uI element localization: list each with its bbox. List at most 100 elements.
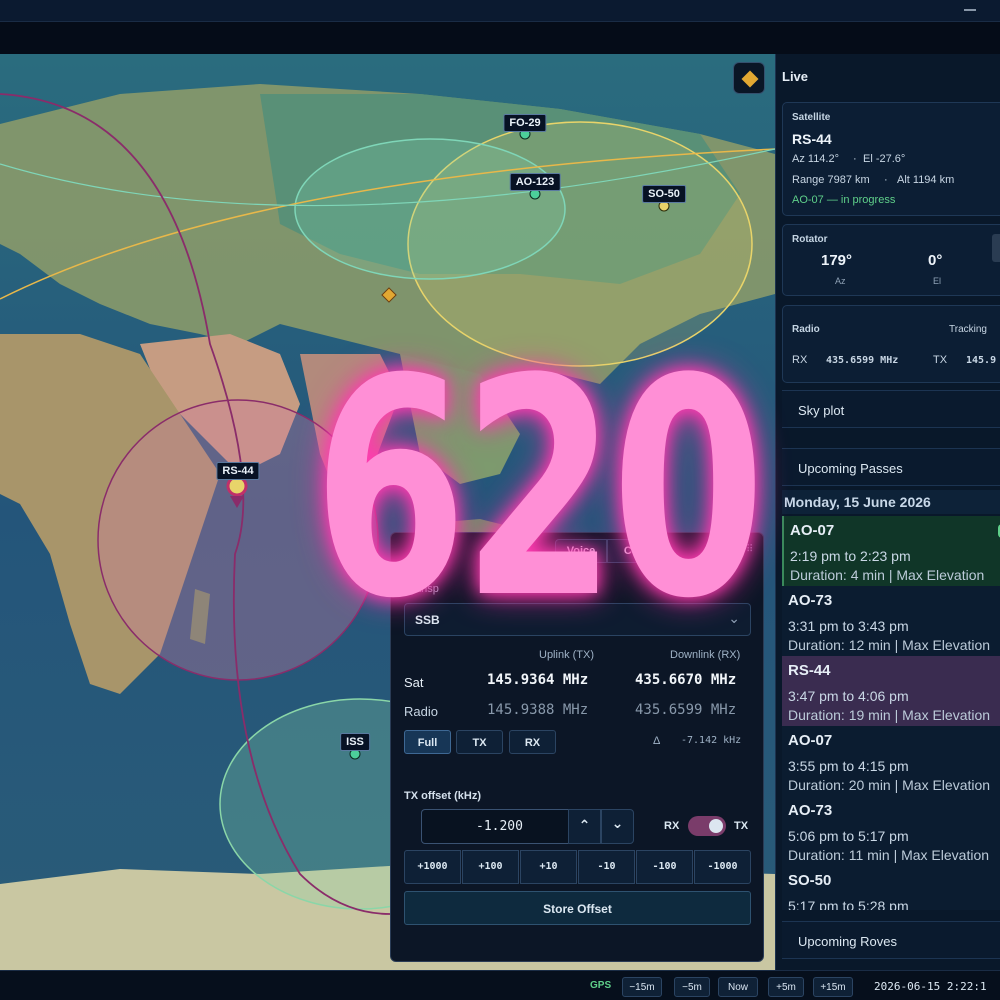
pass-item[interactable]: AO-07 2:19 pm to 2:23 pm Duration: 4 min…	[782, 516, 1000, 586]
pass-time: 5:06 pm to 5:17 pm	[788, 828, 909, 844]
step-minus-1000-button[interactable]: -1000	[694, 850, 751, 884]
pass-time: 3:47 pm to 4:06 pm	[788, 688, 909, 704]
sky-plot-section[interactable]: Sky plot	[782, 390, 1000, 428]
now-button[interactable]: Now	[718, 977, 758, 997]
radio-rx-value: 435.6599 MHz	[826, 355, 899, 366]
current-datetime: 2026-06-15 2:22:1	[874, 980, 987, 993]
day-header: Monday, 15 June 2026	[782, 490, 1000, 514]
increment-button[interactable]: ⌃	[568, 809, 601, 844]
pass-status: AO-07 — in progress	[792, 194, 896, 206]
delta-symbol: Δ	[653, 735, 661, 747]
decrement-button[interactable]: ⌄	[601, 809, 634, 844]
separator: ·	[853, 153, 857, 165]
minimize-icon[interactable]	[964, 9, 976, 11]
uplink-header: Uplink (TX)	[539, 649, 595, 661]
step-plus-100-button[interactable]: +100	[462, 850, 519, 884]
rotator-az-value: 179°	[821, 252, 853, 269]
upcoming-roves-label: Upcoming Roves	[798, 934, 897, 949]
so-50-label[interactable]: SO-50	[642, 185, 686, 203]
pass-time: 5:17 pm to 5:28 pm	[788, 898, 909, 910]
separator: ·	[884, 174, 888, 186]
pass-satellite: AO-73	[788, 802, 833, 819]
pass-satellite: SO-50	[788, 872, 832, 889]
step-plus-1000-button[interactable]: +1000	[404, 850, 461, 884]
pass-detail: Duration: 19 min | Max Elevation	[788, 707, 991, 723]
chevron-down-icon: ⌄	[611, 815, 624, 831]
ao-123-label[interactable]: AO-123	[509, 173, 561, 191]
rotator-el-label: El	[933, 276, 942, 286]
mode-rx-button[interactable]: RX	[509, 730, 556, 754]
step-minus-10-button[interactable]: -10	[578, 850, 635, 884]
tx-toggle-label: TX	[734, 820, 749, 832]
pass-detail: Duration: 12 min | Max Elevation	[788, 637, 991, 653]
tx-offset-value: -1.200	[476, 819, 523, 834]
pass-item[interactable]: SO-50 5:17 pm to 5:28 pm	[782, 866, 1000, 910]
satellite-range: Range 7987 km	[792, 174, 870, 186]
upcoming-passes-label: Upcoming Passes	[798, 461, 903, 476]
fo-29-label[interactable]: FO-29	[503, 114, 547, 132]
panel-title: RS-	[420, 543, 443, 558]
pass-time: 2:19 pm to 2:23 pm	[790, 548, 911, 564]
pass-time: 3:31 pm to 3:43 pm	[788, 618, 909, 634]
pass-time: 3:55 pm to 4:15 pm	[788, 758, 909, 774]
pass-satellite: RS-44	[788, 662, 831, 679]
gps-status: GPS	[590, 980, 612, 991]
iss-label[interactable]: ISS	[340, 733, 370, 751]
rx-toggle-label: RX	[664, 820, 680, 832]
pass-detail: Duration: 4 min | Max Elevation	[790, 567, 985, 583]
rs-44-label[interactable]: RS-44	[216, 462, 260, 480]
minus-15m-button[interactable]: −15m	[622, 977, 662, 997]
plus-5m-button[interactable]: +5m	[768, 977, 804, 997]
cw-button[interactable]: CW	[607, 539, 659, 563]
map-layers-button[interactable]	[733, 62, 765, 94]
window-title-bar	[0, 0, 1000, 22]
downlink-header: Downlink (RX)	[670, 649, 741, 661]
pass-item[interactable]: AO-73 5:06 pm to 5:17 pm Duration: 11 mi…	[782, 796, 1000, 866]
sky-plot-label: Sky plot	[798, 403, 845, 418]
pass-satellite: AO-07	[790, 522, 835, 539]
pass-detail: Duration: 20 min | Max Elevation	[788, 777, 991, 793]
radio-rx-label: RX	[792, 354, 808, 366]
mode-tx-button[interactable]: TX	[456, 730, 503, 754]
pass-satellite: AO-73	[788, 592, 833, 609]
rotator-az-label: Az	[835, 276, 846, 286]
satellite-section-label: Satellite	[792, 112, 831, 123]
rotator-control-button[interactable]	[992, 234, 1000, 262]
rx-tx-toggle[interactable]	[688, 816, 726, 836]
radio-tx-label: TX	[933, 354, 948, 366]
chevron-down-icon: ⌄	[728, 610, 740, 626]
step-minus-100-button[interactable]: -100	[636, 850, 693, 884]
live-heading: Live	[782, 69, 809, 84]
radio-downlink-value: 435.6599 MHz	[635, 702, 737, 718]
satellite-el: El -27.6°	[863, 153, 906, 165]
step-plus-10-button[interactable]: +10	[520, 850, 577, 884]
fo-29-footprint	[294, 138, 566, 280]
upcoming-passes-section[interactable]: Upcoming Passes	[782, 448, 1000, 486]
pass-satellite: AO-07	[788, 732, 833, 749]
mode-full-button[interactable]: Full	[404, 730, 451, 754]
radio-tx-value: 145.9	[966, 355, 997, 366]
pass-item[interactable]: AO-07 3:55 pm to 4:15 pm Duration: 20 mi…	[782, 726, 1000, 796]
drag-handle-icon[interactable]: ⠿	[746, 544, 753, 555]
sat-uplink-value: 145.9364 MHz	[487, 672, 589, 688]
upcoming-roves-section[interactable]: Upcoming Roves	[782, 921, 1000, 959]
mode-label: mode	[481, 583, 509, 595]
transponder-select-value: SSB	[415, 613, 440, 627]
store-offset-button[interactable]: Store Offset	[404, 891, 751, 925]
satellite-az: Az 114.2°	[792, 153, 840, 165]
pass-item[interactable]: AO-73 3:31 pm to 3:43 pm Duration: 12 mi…	[782, 586, 1000, 656]
voice-button[interactable]: Voice	[555, 539, 607, 563]
chevron-up-icon: ⌃	[578, 817, 591, 833]
tracking-label[interactable]: Tracking	[949, 324, 987, 335]
transponder-select[interactable]: SSB ⌄	[404, 603, 751, 636]
rotator-section-label: Rotator	[792, 234, 828, 245]
rotator-el-value: 0°	[928, 252, 943, 269]
toggle-knob	[709, 819, 723, 833]
tx-offset-input[interactable]: -1.200	[421, 809, 569, 844]
plus-15m-button[interactable]: +15m	[813, 977, 853, 997]
diamond-icon	[741, 70, 759, 88]
radio-card	[782, 305, 1000, 383]
minus-5m-button[interactable]: −5m	[674, 977, 710, 997]
satellite-alt: Alt 1194 km	[897, 174, 955, 186]
pass-item-selected[interactable]: RS-44 3:47 pm to 4:06 pm Duration: 19 mi…	[782, 656, 1000, 726]
